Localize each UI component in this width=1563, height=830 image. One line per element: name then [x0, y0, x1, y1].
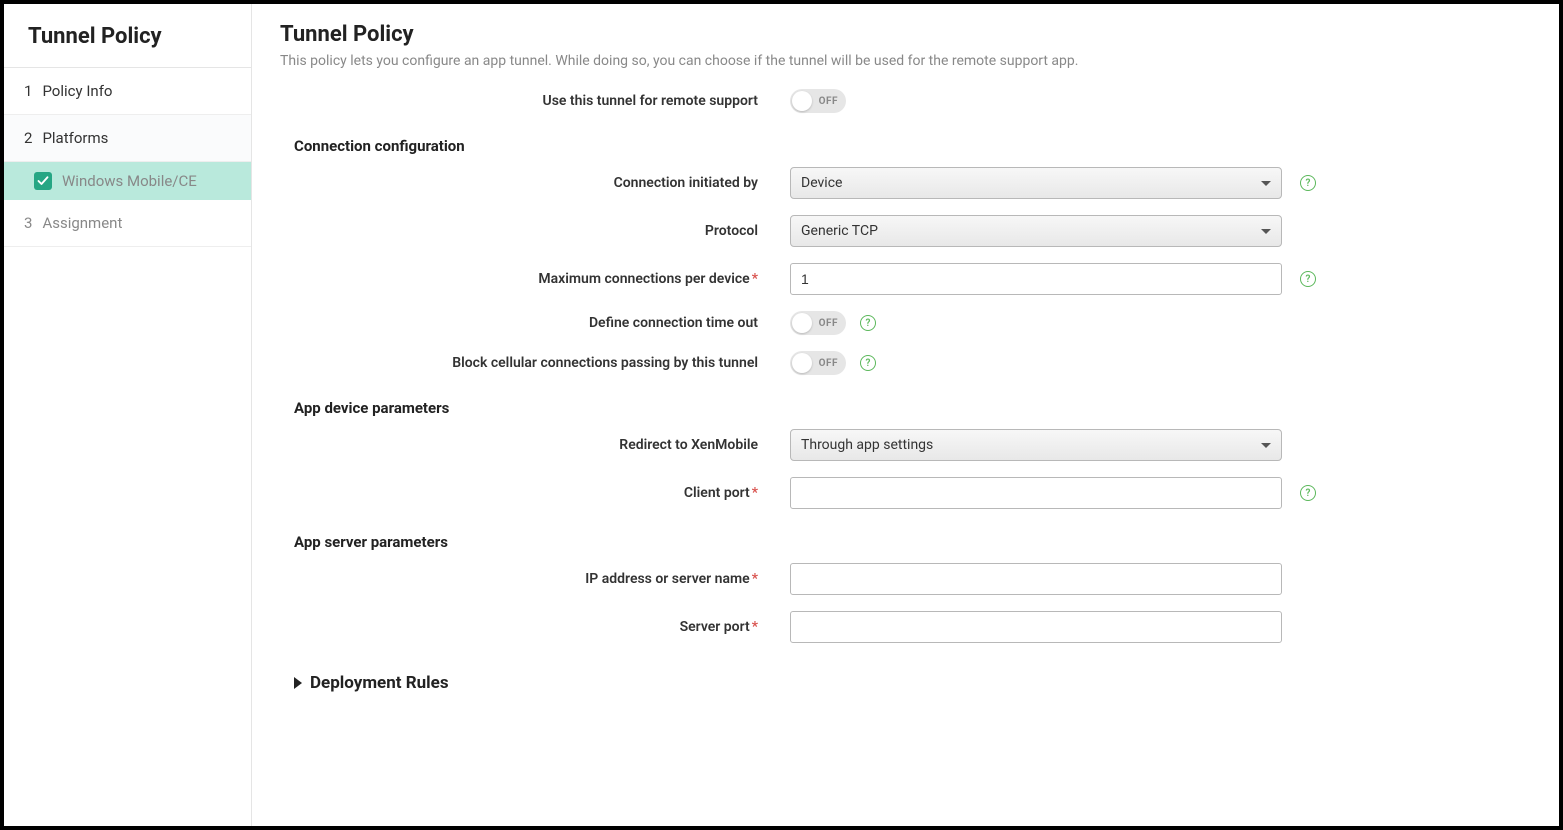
main-content: Tunnel Policy This policy lets you confi… [252, 4, 1559, 826]
sidebar: Tunnel Policy 1 Policy Info 2 Platforms … [4, 4, 252, 826]
toggle-state: OFF [819, 358, 838, 369]
nav-sub-label: Windows Mobile/CE [62, 172, 197, 190]
label-remote-support: Use this tunnel for remote support [280, 93, 790, 109]
toggle-state: OFF [819, 96, 838, 107]
sidebar-title: Tunnel Policy [4, 4, 251, 68]
input-ip-server[interactable] [790, 563, 1282, 595]
nav-step-num: 1 [24, 82, 32, 100]
help-icon[interactable]: ? [1300, 271, 1316, 287]
toggle-block-cellular[interactable]: OFF [790, 351, 846, 375]
help-icon[interactable]: ? [1300, 485, 1316, 501]
label-protocol: Protocol [280, 223, 790, 239]
label-server-port: Server port* [280, 619, 790, 635]
deployment-rules-label: Deployment Rules [310, 673, 449, 693]
select-value: Through app settings [801, 437, 933, 453]
deployment-rules-toggle[interactable]: Deployment Rules [294, 673, 1531, 693]
toggle-remote-support[interactable]: OFF [790, 89, 846, 113]
nav-step-label: Assignment [42, 214, 122, 232]
label-conn-initiated: Connection initiated by [280, 175, 790, 191]
help-icon[interactable]: ? [860, 355, 876, 371]
nav-step-label: Platforms [42, 129, 108, 147]
toggle-state: OFF [819, 318, 838, 329]
help-icon[interactable]: ? [1300, 175, 1316, 191]
label-redirect-xenmobile: Redirect to XenMobile [280, 437, 790, 453]
section-device-params: App device parameters [294, 399, 1531, 417]
chevron-right-icon [294, 677, 302, 689]
input-max-connections[interactable] [790, 263, 1282, 295]
toggle-connection-timeout[interactable]: OFF [790, 311, 846, 335]
required-asterisk: * [752, 619, 758, 635]
select-value: Device [801, 175, 842, 191]
sidebar-item-policy-info[interactable]: 1 Policy Info [4, 68, 251, 115]
nav-step-num: 2 [24, 129, 32, 147]
required-asterisk: * [752, 271, 758, 287]
check-icon [34, 172, 52, 190]
required-asterisk: * [752, 485, 758, 501]
select-protocol[interactable]: Generic TCP [790, 215, 1282, 247]
label-max-connections: Maximum connections per device* [280, 271, 790, 287]
input-client-port[interactable] [790, 477, 1282, 509]
help-icon[interactable]: ? [860, 315, 876, 331]
input-server-port[interactable] [790, 611, 1282, 643]
page-title: Tunnel Policy [280, 22, 1531, 47]
label-ip-server: IP address or server name* [280, 571, 790, 587]
select-conn-initiated[interactable]: Device [790, 167, 1282, 199]
sidebar-subitem-windows-mobile[interactable]: Windows Mobile/CE [4, 162, 251, 200]
label-block-cellular: Block cellular connections passing by th… [280, 355, 790, 371]
label-client-port: Client port* [280, 485, 790, 501]
sidebar-item-assignment[interactable]: 3 Assignment [4, 200, 251, 247]
sidebar-item-platforms[interactable]: 2 Platforms [4, 115, 251, 162]
select-redirect-xenmobile[interactable]: Through app settings [790, 429, 1282, 461]
nav-step-label: Policy Info [42, 82, 112, 100]
page-description: This policy lets you configure an app tu… [280, 53, 1531, 69]
label-connection-timeout: Define connection time out [280, 315, 790, 331]
required-asterisk: * [752, 571, 758, 587]
section-connection-config: Connection configuration [294, 137, 1531, 155]
section-server-params: App server parameters [294, 533, 1531, 551]
nav-step-num: 3 [24, 214, 32, 232]
select-value: Generic TCP [801, 223, 878, 239]
